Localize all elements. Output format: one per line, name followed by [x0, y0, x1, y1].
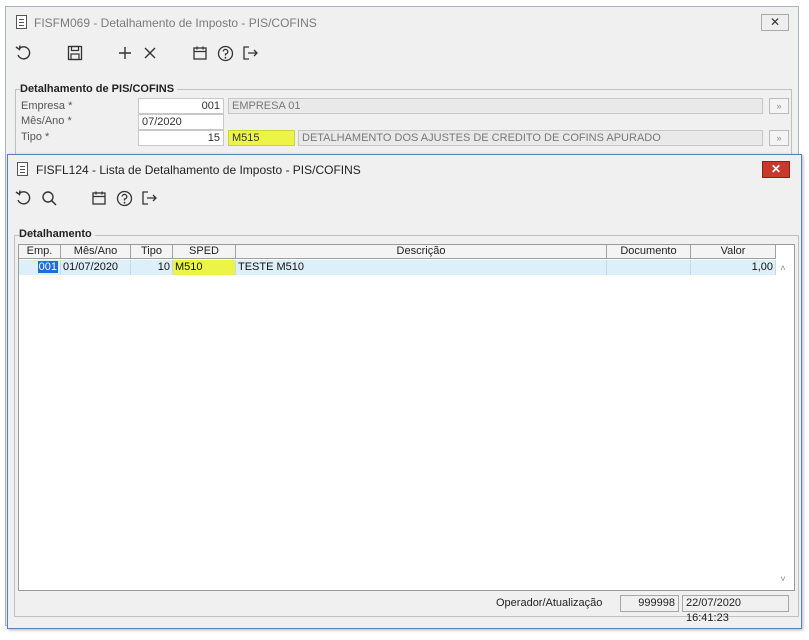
delete-icon[interactable]	[140, 43, 160, 63]
empresa-lookup-button[interactable]: »	[769, 98, 789, 114]
column-header-mes-ano[interactable]: Mês/Ano	[61, 245, 131, 259]
empresa-label: Empresa *	[21, 100, 73, 112]
back-window-close-button[interactable]: ✕	[761, 14, 789, 31]
back-window-titlebar[interactable]: FISFM069 - Detalhamento de Imposto - PIS…	[6, 7, 798, 37]
column-header-descricao[interactable]: Descrição	[236, 245, 607, 259]
save-icon[interactable]	[65, 43, 85, 63]
calendar-icon[interactable]	[190, 43, 210, 63]
document-icon	[17, 162, 28, 176]
help-icon[interactable]	[215, 43, 235, 63]
empresa-description: EMPRESA 01	[228, 98, 763, 114]
search-icon[interactable]	[39, 188, 59, 208]
cell-mes-ano[interactable]: 01/07/2020	[61, 260, 131, 275]
operador-field: 999998	[620, 595, 679, 612]
pis-cofins-group-label: Detalhamento de PIS/COFINS	[20, 83, 178, 95]
front-window-title: FISFL124 - Lista de Detalhamento de Impo…	[36, 163, 361, 177]
cell-sped[interactable]: M510	[173, 260, 236, 275]
front-window-close-button[interactable]: ✕	[762, 161, 790, 178]
cell-emp[interactable]: 001	[19, 260, 61, 275]
scroll-down-icon[interactable]: ˅	[776, 572, 790, 586]
tipo-description: DETALHAMENTO DOS AJUSTES DE CREDITO DE C…	[298, 130, 763, 146]
tipo-code-input[interactable]: 15	[138, 130, 224, 146]
column-header-tipo[interactable]: Tipo	[131, 245, 173, 259]
cell-emp-selected-text: 001	[37, 261, 58, 273]
column-header-valor[interactable]: Valor	[691, 245, 776, 259]
cell-valor[interactable]: 1,00	[691, 260, 776, 275]
tipo-sped-field: M515	[228, 130, 295, 146]
detalhamento-group-label: Detalhamento	[19, 228, 95, 240]
scroll-up-icon[interactable]: ˄	[776, 261, 790, 275]
exit-icon[interactable]	[139, 188, 159, 208]
add-icon[interactable]	[115, 43, 135, 63]
column-header-documento[interactable]: Documento	[607, 245, 691, 259]
mes-ano-input[interactable]: 07/2020	[138, 114, 224, 130]
column-header-sped[interactable]: SPED	[173, 245, 236, 259]
undo-icon[interactable]	[14, 43, 34, 63]
cell-descricao[interactable]: TESTE M510	[236, 260, 607, 275]
tipo-lookup-button[interactable]: »	[769, 130, 789, 146]
front-window: FISFL124 - Lista de Detalhamento de Impo…	[7, 154, 802, 629]
back-window-title: FISFM069 - Detalhamento de Imposto - PIS…	[34, 16, 317, 30]
tipo-label: Tipo *	[21, 131, 50, 143]
atualizacao-field: 22/07/2020 16:41:23	[682, 595, 789, 624]
front-window-titlebar[interactable]: FISFL124 - Lista de Detalhamento de Impo…	[8, 155, 801, 183]
exit-icon[interactable]	[240, 43, 260, 63]
column-header-emp[interactable]: Emp.	[19, 245, 61, 259]
operador-atualizacao-label: Operador/Atualização	[496, 597, 603, 609]
empresa-code-input[interactable]: 001	[138, 98, 224, 114]
undo-icon[interactable]	[14, 188, 34, 208]
cell-documento[interactable]	[607, 260, 691, 275]
mes-ano-label: Mês/Ano *	[21, 115, 72, 127]
document-icon	[16, 15, 27, 29]
help-icon[interactable]	[114, 188, 134, 208]
cell-tipo[interactable]: 10	[131, 260, 173, 275]
detalhamento-grid[interactable]: Emp. Mês/Ano Tipo SPED Descrição Documen…	[18, 244, 795, 591]
calendar-icon[interactable]	[89, 188, 109, 208]
